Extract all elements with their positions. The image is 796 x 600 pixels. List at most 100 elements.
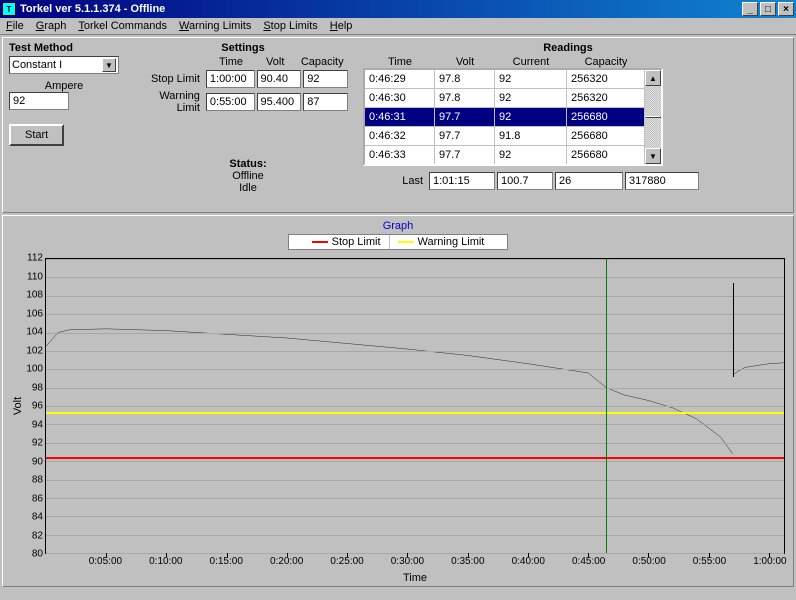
scroll-thumb[interactable] <box>645 116 661 118</box>
settings-col-capacity: Capacity <box>296 56 348 68</box>
y-tick: 104 <box>26 327 43 338</box>
readings-title: Readings <box>363 42 773 54</box>
cell-current: 91.8 <box>495 127 567 145</box>
readings-table: 0:46:2997.8922563200:46:3097.8922563200:… <box>363 68 663 166</box>
test-method-group: Test Method Constant I ▼ Ampere 92 Start <box>9 42 119 146</box>
cell-time: 0:46:30 <box>365 89 435 107</box>
menu-graph[interactable]: Graph <box>36 20 67 32</box>
menu-warning-limits[interactable]: Warning Limits <box>179 20 251 32</box>
scroll-down-icon[interactable]: ▼ <box>645 148 661 164</box>
gridline <box>46 535 784 536</box>
status-line1: Offline <box>183 170 313 182</box>
x-tick: 0:40:00 <box>512 556 545 580</box>
warning-limit-volt[interactable]: 95.400 <box>257 93 302 111</box>
ref-line-stop-limit <box>46 457 784 459</box>
x-tick: 0:45:00 <box>572 556 605 580</box>
cell-capacity: 256680 <box>567 127 645 145</box>
menu-torkel-commands[interactable]: Torkel Commands <box>78 20 167 32</box>
legend-warning-limit: Warning Limit <box>390 235 493 249</box>
test-method-select[interactable]: Constant I ▼ <box>9 56 119 74</box>
cell-volt: 97.8 <box>435 89 495 107</box>
cursor-line[interactable] <box>606 259 607 553</box>
gridline <box>46 296 784 297</box>
y-tick: 80 <box>32 549 43 560</box>
cell-current: 92 <box>495 146 567 164</box>
cell-time: 0:46:31 <box>365 108 435 126</box>
cell-volt: 97.7 <box>435 127 495 145</box>
cell-current: 92 <box>495 70 567 88</box>
readings-col-time: Time <box>365 56 435 68</box>
readings-scrollbar[interactable]: ▲ ▼ <box>645 70 661 164</box>
cell-current: 92 <box>495 108 567 126</box>
graph-panel: Graph Stop Limit Warning Limit Volt 8082… <box>2 215 794 587</box>
menu-help[interactable]: Help <box>330 20 353 32</box>
stop-limit-capacity[interactable]: 92 <box>303 70 348 88</box>
y-tick: 92 <box>32 438 43 449</box>
test-method-title: Test Method <box>9 42 119 54</box>
cell-current: 92 <box>495 89 567 107</box>
readings-col-volt: Volt <box>435 56 495 68</box>
scroll-track[interactable] <box>645 86 661 148</box>
table-row[interactable]: 0:46:3297.791.8256680 <box>365 127 645 146</box>
cell-volt: 97.7 <box>435 146 495 164</box>
y-tick: 94 <box>32 419 43 430</box>
scroll-up-icon[interactable]: ▲ <box>645 70 661 86</box>
cell-capacity: 256680 <box>567 146 645 164</box>
menu-stop-limits[interactable]: Stop Limits <box>263 20 317 32</box>
table-row[interactable]: 0:46:3397.792256680 <box>365 146 645 164</box>
gridline <box>46 461 784 462</box>
y-tick: 100 <box>26 364 43 375</box>
x-axis: Time 0:05:000:10:000:15:000:20:000:25:00… <box>45 554 785 582</box>
last-current: 26 <box>555 172 623 190</box>
gridline <box>46 369 784 370</box>
ref-line-warning-limit <box>46 412 784 414</box>
plot[interactable] <box>45 258 785 554</box>
y-axis-label: Volt <box>12 397 24 415</box>
top-panel: Test Method Constant I ▼ Ampere 92 Start… <box>2 37 794 213</box>
gridline <box>46 333 784 334</box>
menu-file[interactable]: File <box>6 20 24 32</box>
cell-volt: 97.7 <box>435 108 495 126</box>
marker-line <box>733 283 734 377</box>
gridline <box>46 480 784 481</box>
warning-limit-label: Warning Limit <box>138 90 204 114</box>
start-button[interactable]: Start <box>9 124 64 146</box>
minimize-button[interactable]: _ <box>742 2 758 16</box>
x-tick: 0:25:00 <box>330 556 363 580</box>
y-tick: 90 <box>32 456 43 467</box>
y-tick: 86 <box>32 493 43 504</box>
y-tick: 106 <box>26 308 43 319</box>
graph-title: Graph <box>7 218 789 234</box>
table-row[interactable]: 0:46:3197.792256680 <box>365 108 645 127</box>
readings-group: Readings Time Volt Current Capacity 0:46… <box>363 42 773 190</box>
stop-limit-time[interactable]: 1:00:00 <box>206 70 255 88</box>
title-bar: T Torkel ver 5.1.1.374 - Offline _ □ × <box>0 0 796 18</box>
window-title: Torkel ver 5.1.1.374 - Offline <box>20 3 742 15</box>
y-tick: 98 <box>32 382 43 393</box>
table-row[interactable]: 0:46:2997.892256320 <box>365 70 645 89</box>
stop-limit-volt[interactable]: 90.40 <box>257 70 302 88</box>
warning-limit-capacity[interactable]: 87 <box>303 93 348 111</box>
x-tick: 0:35:00 <box>451 556 484 580</box>
settings-col-time: Time <box>208 56 254 68</box>
readings-col-capacity: Capacity <box>567 56 645 68</box>
menu-bar: File Graph Torkel Commands Warning Limit… <box>0 18 796 35</box>
app-icon: T <box>2 2 16 16</box>
chevron-down-icon: ▼ <box>102 58 116 72</box>
x-tick: 0:10:00 <box>149 556 182 580</box>
gridline <box>46 314 784 315</box>
last-time: 1:01:15 <box>429 172 495 190</box>
x-tick: 0:15:00 <box>210 556 243 580</box>
last-label: Last <box>395 175 427 187</box>
readings-col-current: Current <box>495 56 567 68</box>
ampere-label: Ampere <box>9 80 119 92</box>
gridline <box>46 259 784 260</box>
table-row[interactable]: 0:46:3097.892256320 <box>365 89 645 108</box>
warning-limit-time[interactable]: 0:55:00 <box>206 93 255 111</box>
ampere-input[interactable]: 92 <box>9 92 69 110</box>
y-tick: 84 <box>32 512 43 523</box>
close-button[interactable]: × <box>778 2 794 16</box>
maximize-button[interactable]: □ <box>760 2 776 16</box>
settings-title: Settings <box>138 42 348 54</box>
y-tick: 88 <box>32 475 43 486</box>
